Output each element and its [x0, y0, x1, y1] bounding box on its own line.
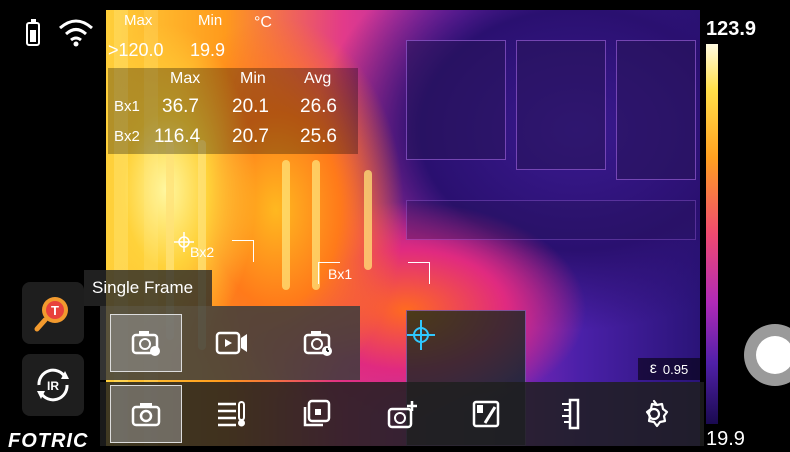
row-label: Bx1 — [114, 98, 140, 115]
cell-max: 36.7 — [162, 96, 199, 117]
cell-avg: 26.6 — [300, 96, 337, 117]
row-label: Bx2 — [114, 128, 140, 145]
scale-min[interactable]: 19.9 — [706, 428, 745, 451]
emissivity-value: 0.95 — [662, 361, 689, 377]
crosshair-icon — [174, 232, 194, 252]
ir-label: IR — [47, 379, 59, 393]
min-value: 19.9 — [190, 40, 226, 60]
box-measure-table: Max Min Avg Bx1 36.7 20.1 26.6 Bx2 116.4… — [108, 68, 358, 154]
cell-avg: 25.6 — [300, 126, 337, 147]
brand-logo: FOTRIC — [8, 430, 89, 452]
col-header-max: Max — [170, 70, 201, 87]
min-label: Min — [198, 12, 223, 29]
temperature-scale-bar[interactable] — [706, 44, 718, 424]
settings-icon — [645, 399, 669, 428]
temperature-search-icon: T — [34, 297, 68, 332]
max-label: Max — [124, 12, 153, 29]
scale-ruler-button[interactable] — [534, 385, 606, 443]
main-toolbar — [100, 382, 704, 446]
unit-label[interactable]: °C — [254, 14, 272, 32]
scale-ruler-icon — [562, 398, 580, 430]
emissivity-indicator[interactable]: ε 0.95 — [638, 358, 700, 380]
palette-icon — [472, 400, 500, 428]
battery-icon — [26, 19, 40, 46]
mode-tooltip: Single Frame — [84, 270, 212, 306]
max-value: >120.0 — [108, 40, 164, 60]
timed-capture-button[interactable] — [282, 314, 354, 372]
add-tool-button[interactable] — [366, 385, 438, 443]
palette-button[interactable] — [450, 385, 522, 443]
ir-switch-button[interactable]: IR — [22, 354, 84, 416]
video-icon — [215, 331, 247, 355]
measure-list-icon — [218, 401, 245, 427]
fusion-button[interactable] — [280, 385, 352, 443]
svg-text:T: T — [51, 303, 59, 318]
add-tool-icon — [387, 401, 417, 429]
epsilon-icon: ε — [649, 360, 657, 377]
camera-single-frame-icon — [131, 331, 160, 356]
shutter-button[interactable] — [744, 324, 790, 386]
wifi-icon — [59, 19, 93, 47]
cursor-crosshair-icon[interactable] — [406, 318, 436, 352]
cell-min: 20.1 — [232, 96, 269, 117]
single-frame-button[interactable] — [110, 314, 182, 372]
col-header-avg: Avg — [304, 70, 332, 87]
col-header-min: Min — [240, 70, 266, 87]
fusion-icon — [303, 399, 331, 427]
shutter-inner — [756, 336, 790, 374]
camera-icon — [131, 403, 161, 427]
capture-mode-button[interactable] — [110, 385, 182, 443]
temperature-search-button[interactable]: T — [22, 282, 84, 344]
bx1-corner — [318, 262, 340, 284]
bx1-corner — [408, 262, 430, 284]
ir-switch-icon: IR — [37, 368, 69, 402]
scale-max[interactable]: 123.9 — [706, 18, 756, 41]
capture-mode-toolbar — [100, 306, 360, 380]
settings-button[interactable] — [618, 385, 690, 443]
cell-max: 116.4 — [154, 126, 201, 147]
measure-list-button[interactable] — [196, 385, 268, 443]
cell-min: 20.7 — [232, 126, 269, 147]
video-button[interactable] — [196, 314, 268, 372]
bx2-corner — [232, 240, 254, 262]
timed-capture-icon — [303, 331, 332, 356]
